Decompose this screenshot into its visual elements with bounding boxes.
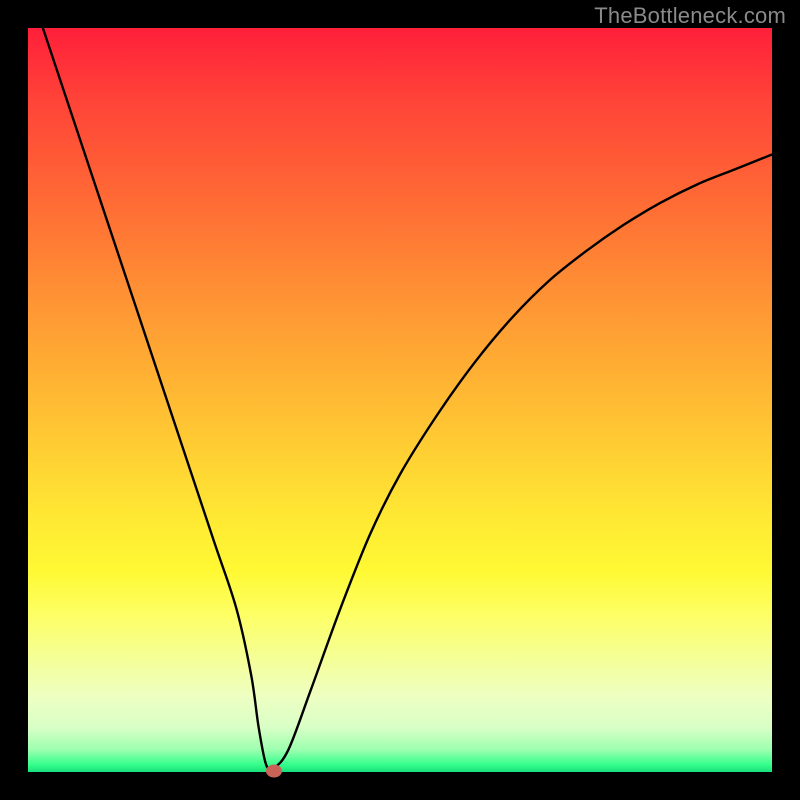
chart-frame: TheBottleneck.com [0,0,800,800]
watermark-label: TheBottleneck.com [594,3,786,29]
bottleneck-curve [28,28,772,772]
optimum-marker [266,764,282,777]
plot-area [28,28,772,772]
